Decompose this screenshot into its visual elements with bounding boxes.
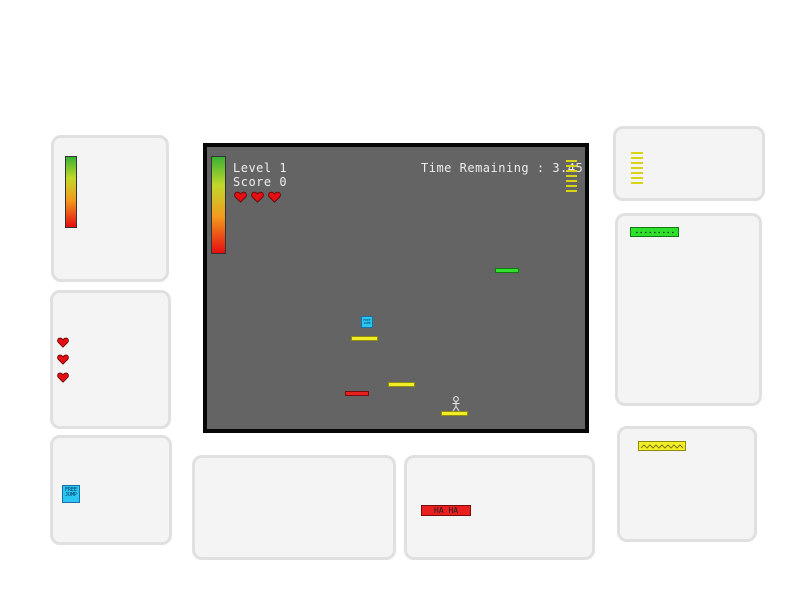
yellow-ladder — [631, 152, 643, 184]
legend-card-yellow-platform — [617, 426, 757, 542]
free-jump-box: FREE JUMP — [361, 316, 373, 328]
jump-power-meter — [65, 156, 77, 228]
heart-icon — [251, 191, 264, 203]
jump-power-meter — [211, 156, 226, 254]
yellow-platform — [351, 336, 378, 341]
level-label: Level 1 — [233, 161, 288, 175]
legend-card-ladder — [613, 126, 765, 201]
time-remaining-label: Time Remaining : 3.45 — [421, 161, 584, 175]
yellow-platform — [638, 441, 686, 451]
heart-icon — [268, 191, 281, 203]
legend-card-green-platform — [615, 213, 762, 406]
legend-card-meter — [51, 135, 169, 282]
game-canvas[interactable]: Level 1 Score 0 Time Remaining : 3.45 FR… — [203, 143, 589, 433]
red-platform — [345, 391, 369, 396]
legend-card-free-box: FREE JUMP — [50, 435, 172, 545]
red-platform: HA HA — [421, 505, 471, 516]
heart-icon — [57, 337, 69, 348]
heart-icon — [57, 372, 69, 383]
yellow-ladder — [566, 160, 577, 192]
green-platform — [630, 227, 679, 237]
heart-icon — [57, 354, 69, 365]
yellow-platform — [388, 382, 415, 387]
score-label: Score 0 — [233, 175, 288, 189]
green-platform — [495, 268, 519, 273]
stick-figure-player — [452, 396, 460, 412]
free-jump-box: FREE JUMP — [62, 485, 80, 503]
legend-card-red-platform: HA HA — [404, 455, 595, 560]
legend-card-empty — [192, 455, 396, 560]
heart-icon — [234, 191, 247, 203]
legend-card-hearts — [50, 290, 171, 429]
